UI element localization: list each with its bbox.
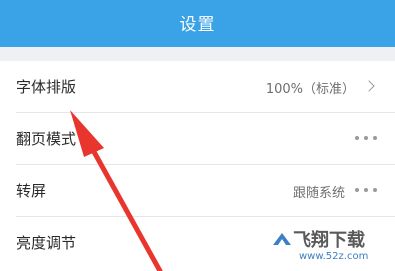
setting-label-screen-rotation: 转屏 <box>16 182 47 200</box>
setting-row-page-turn-mode[interactable]: 翻页模式 <box>0 113 395 165</box>
chevron-right-icon <box>363 80 375 92</box>
setting-value-screen-rotation: 跟随系统 <box>292 186 345 201</box>
setting-row-brightness[interactable]: 亮度调节 <box>0 217 395 269</box>
title-bar: 设置 <box>0 0 395 47</box>
setting-label-page-turn-mode: 翻页模式 <box>16 130 77 148</box>
page-title: 设置 <box>179 15 216 35</box>
setting-row-screen-rotation[interactable]: 转屏 跟随系统 <box>0 165 395 217</box>
section-gap <box>0 47 395 61</box>
more-icon[interactable] <box>355 188 377 192</box>
setting-label-font-layout: 字体排版 <box>16 78 77 96</box>
setting-label-brightness: 亮度调节 <box>16 234 77 252</box>
setting-row-font-layout[interactable]: 字体排版 100%（标准） <box>0 61 395 113</box>
more-icon[interactable] <box>355 136 377 140</box>
setting-value-font-layout: 100%（标准） <box>265 82 355 97</box>
